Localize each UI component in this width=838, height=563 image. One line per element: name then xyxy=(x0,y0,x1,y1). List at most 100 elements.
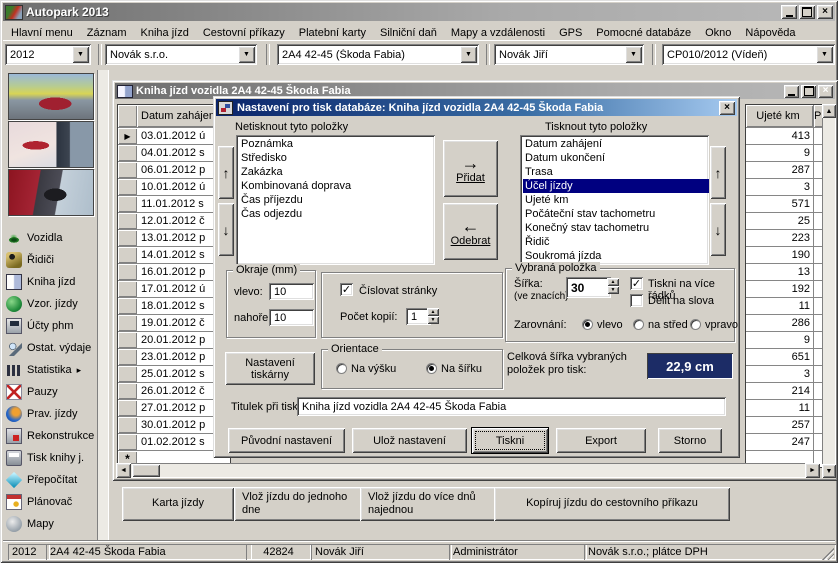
row-marker-icon[interactable] xyxy=(118,298,137,314)
row-marker-icon[interactable] xyxy=(118,247,137,263)
vertical-scrollbar[interactable]: ▲ ▼ xyxy=(822,104,836,478)
column-header-km[interactable]: Ujeté km xyxy=(746,105,814,127)
list-item[interactable]: Řidič xyxy=(523,235,709,249)
row-marker-icon[interactable] xyxy=(118,400,137,416)
year-combo[interactable]: 2012 ▼ xyxy=(5,44,91,65)
horizontal-scrollbar[interactable]: ◄ ► xyxy=(116,463,820,478)
table-row[interactable]: 223 xyxy=(746,229,825,246)
align-left-radio[interactable] xyxy=(582,319,593,330)
sidebar-item[interactable]: Rekonstrukce xyxy=(6,425,98,447)
landscape-radio[interactable] xyxy=(426,363,437,374)
list-item[interactable]: Středisko xyxy=(239,151,435,165)
row-marker-icon[interactable] xyxy=(118,162,137,178)
row-marker-icon[interactable] xyxy=(118,383,137,399)
menu-item[interactable]: Mapy a vzdálenosti xyxy=(444,25,552,41)
table-row[interactable]: 413 xyxy=(746,127,825,144)
move-up-button[interactable]: ↑ xyxy=(710,146,726,199)
margin-top-input[interactable]: 10 xyxy=(269,309,314,326)
menu-item[interactable]: Okno xyxy=(698,25,738,41)
split-words-checkbox[interactable] xyxy=(630,294,643,307)
row-marker-icon[interactable] xyxy=(118,417,137,433)
number-pages-checkbox[interactable]: ✓ xyxy=(340,283,353,296)
table-row[interactable]: 286 xyxy=(746,314,825,331)
km-cell[interactable]: 287 xyxy=(746,162,814,178)
move-down-button[interactable]: ↓ xyxy=(710,203,726,256)
print-listbox[interactable]: Datum zahájeníDatum ukončeníTrasaÚčel jí… xyxy=(520,135,709,265)
table-row[interactable]: 287 xyxy=(746,161,825,178)
menu-item[interactable]: Hlavní menu xyxy=(4,25,80,41)
list-item[interactable]: Datum ukončení xyxy=(523,151,709,165)
insert-trip-single-day-button[interactable]: Vlož jízdu do jednoho dne xyxy=(234,487,362,521)
km-cell[interactable]: 223 xyxy=(746,230,814,246)
save-settings-button[interactable]: Ulož nastavení xyxy=(352,428,467,453)
sidebar-scrollbar[interactable] xyxy=(97,70,109,540)
minimize-button[interactable] xyxy=(781,5,797,19)
list-item[interactable]: Ujeté km xyxy=(523,193,709,207)
km-cell[interactable]: 3 xyxy=(746,179,814,195)
km-cell[interactable]: 9 xyxy=(746,145,814,161)
table-row[interactable]: 571 xyxy=(746,195,825,212)
chevron-down-icon[interactable]: ▼ xyxy=(816,46,833,63)
sidebar-item[interactable]: Pauzy xyxy=(6,381,98,403)
menu-item[interactable]: Nápověda xyxy=(738,25,802,41)
menu-item[interactable]: Platební karty xyxy=(292,25,373,41)
row-marker-icon[interactable] xyxy=(118,196,137,212)
scrollbar-thumb[interactable] xyxy=(132,464,160,477)
menu-item[interactable]: Cestovní příkazy xyxy=(196,25,292,41)
list-item[interactable]: Počáteční stav tachometru xyxy=(523,207,709,221)
list-item[interactable]: Datum zahájení xyxy=(523,137,709,151)
menu-item[interactable]: Kniha jízd xyxy=(134,25,196,41)
chevron-down-icon[interactable]: ▼ xyxy=(72,46,89,63)
menu-item[interactable]: Záznam xyxy=(80,25,134,41)
table-row[interactable]: 11 xyxy=(746,297,825,314)
km-cell[interactable]: 214 xyxy=(746,383,814,399)
list-item[interactable]: Zakázka xyxy=(239,165,435,179)
km-cell[interactable]: 13 xyxy=(746,264,814,280)
list-item[interactable]: Konečný stav tachometru xyxy=(523,221,709,235)
sidebar-item[interactable]: Ostat. výdaje xyxy=(6,337,98,359)
sidebar-item[interactable]: Statistika ▸ xyxy=(6,359,98,381)
sidebar-item[interactable]: Řidiči xyxy=(6,249,98,271)
print-button[interactable]: Tiskni xyxy=(472,428,548,453)
print-title-input[interactable]: Kniha jízd vozidla 2A4 42-45 Škoda Fabia xyxy=(297,397,726,416)
km-cell[interactable]: 571 xyxy=(746,196,814,212)
trip-card-button[interactable]: Karta jízdy xyxy=(122,487,234,521)
km-cell[interactable]: 190 xyxy=(746,247,814,263)
km-cell[interactable]: 286 xyxy=(746,315,814,331)
multiline-checkbox[interactable]: ✓ xyxy=(630,277,643,290)
list-item[interactable]: Čas příjezdu xyxy=(239,193,435,207)
maximize-button[interactable] xyxy=(801,85,816,98)
row-marker-icon[interactable] xyxy=(118,315,137,331)
list-item[interactable]: Trasa xyxy=(523,165,709,179)
list-item[interactable]: Poznámka xyxy=(239,137,435,151)
scroll-down-icon[interactable]: ▼ xyxy=(822,464,836,478)
table-row[interactable]: 11 xyxy=(746,399,825,416)
table-row[interactable]: 190 xyxy=(746,246,825,263)
table-row[interactable]: 9 xyxy=(746,144,825,161)
scroll-up-icon[interactable]: ▲ xyxy=(822,104,836,118)
company-combo[interactable]: Novák s.r.o. ▼ xyxy=(105,44,257,65)
cancel-button[interactable]: Storno xyxy=(658,428,722,453)
spin-up-icon[interactable]: ▲ xyxy=(607,278,619,286)
sidebar-item[interactable]: Vozidla xyxy=(6,227,98,249)
close-button[interactable]: × xyxy=(817,5,833,19)
chevron-down-icon[interactable]: ▼ xyxy=(460,46,477,63)
portrait-radio[interactable] xyxy=(336,363,347,374)
spin-up-icon[interactable]: ▲ xyxy=(427,308,439,316)
sidebar-item[interactable]: Prav. jízdy xyxy=(6,403,98,425)
table-row[interactable]: 3 xyxy=(746,365,825,382)
original-settings-button[interactable]: Původní nastavení xyxy=(228,428,345,453)
sidebar-item[interactable]: Plánovač xyxy=(6,491,98,513)
row-marker-icon[interactable] xyxy=(118,349,137,365)
sidebar-item[interactable]: Přepočítat xyxy=(6,469,98,491)
row-marker-icon[interactable] xyxy=(118,434,137,450)
move-down-button[interactable]: ↓ xyxy=(218,203,234,256)
sidebar-item[interactable]: Vzor. jízdy xyxy=(6,293,98,315)
printer-settings-button[interactable]: Nastavení tiskárny xyxy=(225,352,315,385)
minimize-button[interactable] xyxy=(784,85,799,98)
driver-combo[interactable]: Novák Jiří ▼ xyxy=(494,44,644,65)
menu-item[interactable]: GPS xyxy=(552,25,589,41)
km-cell[interactable]: 11 xyxy=(746,298,814,314)
spin-down-icon[interactable]: ▼ xyxy=(427,316,439,324)
km-cell[interactable]: 11 xyxy=(746,400,814,416)
